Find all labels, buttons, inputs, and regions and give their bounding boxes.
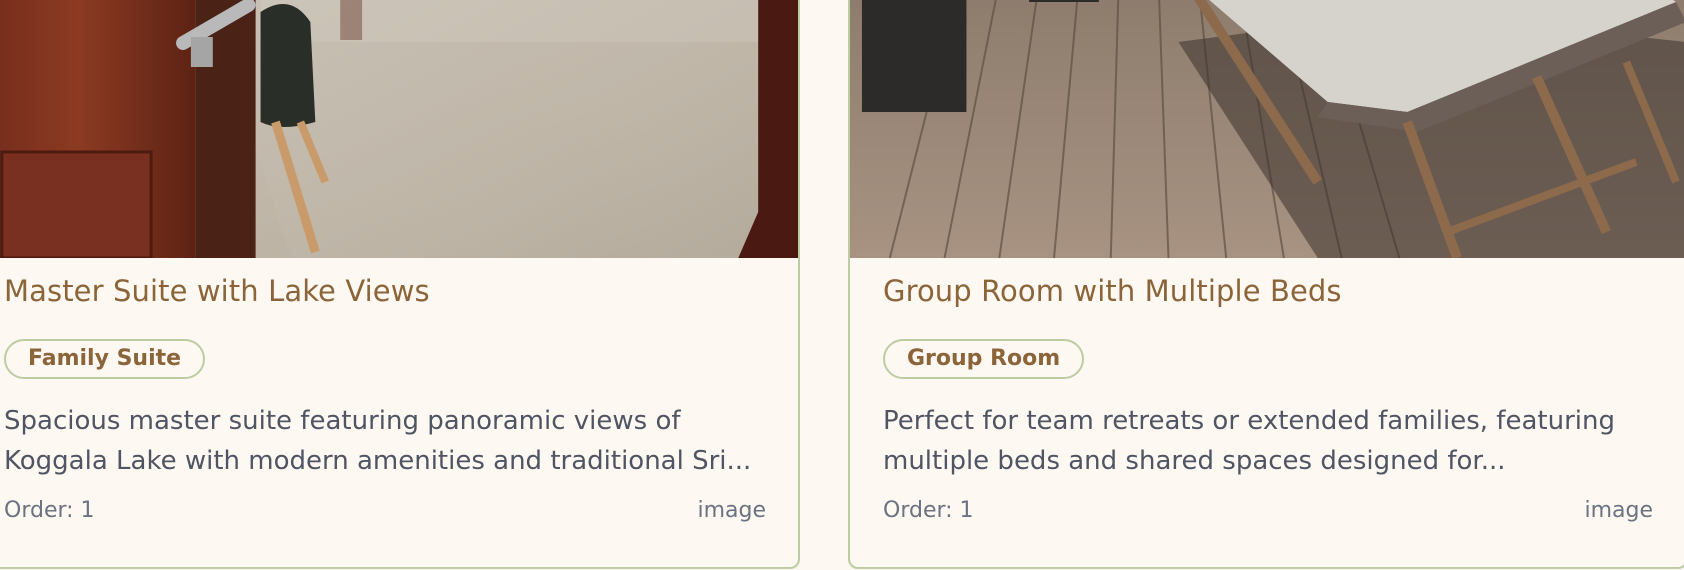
- room-card[interactable]: Group Room with Multiple Beds Group Room…: [848, 0, 1684, 569]
- room-order: Order: 1: [4, 498, 95, 523]
- room-photo-bedroom-door: [0, 0, 798, 258]
- media-type-label: image: [697, 498, 766, 523]
- room-description-line: Spacious master suite featuring panorami…: [4, 406, 681, 436]
- media-type-label: image: [1584, 498, 1653, 523]
- room-description: Perfect for team retreats or extended fa…: [883, 401, 1615, 481]
- room-title: Master Suite with Lake Views: [4, 274, 430, 308]
- room-order: Order: 1: [883, 498, 974, 523]
- room-type-badge: Group Room: [883, 339, 1085, 379]
- room-card-grid: Master Suite with Lake Views Family Suit…: [0, 0, 1684, 570]
- room-description-line: Koggala Lake with modern amenities and t…: [4, 446, 752, 476]
- room-description-line: multiple beds and shared spaces designed…: [883, 446, 1506, 476]
- room-photo-deck-loungers: [850, 0, 1684, 258]
- room-title: Group Room with Multiple Beds: [883, 274, 1342, 308]
- room-card[interactable]: Master Suite with Lake Views Family Suit…: [0, 0, 800, 569]
- room-type-badge: Family Suite: [4, 339, 206, 379]
- room-description: Spacious master suite featuring panorami…: [4, 401, 751, 481]
- room-description-line: Perfect for team retreats or extended fa…: [883, 406, 1615, 436]
